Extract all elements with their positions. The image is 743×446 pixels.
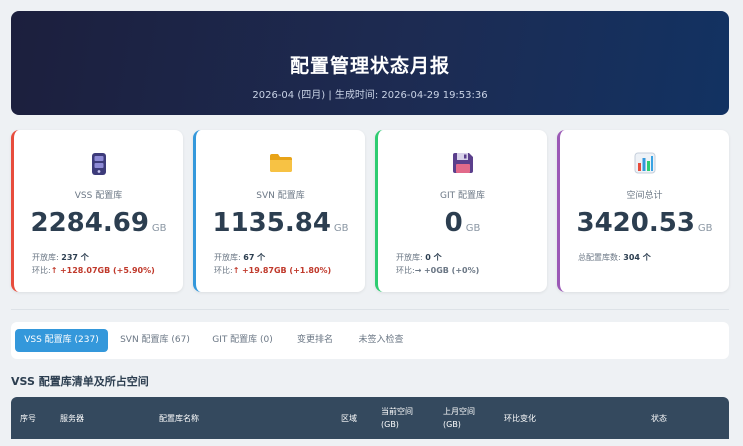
floppy-disk-icon (378, 152, 547, 176)
open-label: 开放库: (396, 253, 423, 262)
page-title: 配置管理状态月报 (289, 55, 450, 77)
value-unit: GB (333, 223, 349, 234)
card-value: 3420.53 GB (560, 208, 729, 238)
column-header-index[interactable]: 序号 (20, 397, 36, 439)
change-label: 环比: (32, 266, 51, 275)
card-value: 1135.84 GB (196, 208, 365, 238)
card-meta: 开放库: 237 个 环比:↑ +128.07GB (+5.90%) (32, 251, 175, 277)
change-line: 环比:→ +0GB (+0%) (396, 264, 539, 277)
up-arrow-icon: ↑ (232, 266, 240, 275)
card-meta: 总配置库数: 304 个 (578, 251, 721, 264)
open-value: 0 个 (425, 253, 442, 262)
change-value: +19.87GB (+1.80%) (241, 266, 332, 275)
column-header-current-space[interactable]: 当前空间 (GB) (381, 397, 413, 439)
card-label: GIT 配置库 (440, 191, 485, 201)
vss-summary-card: VSS 配置库 2284.69 GB 开放库: 237 个 环比:↑ +128.0… (11, 130, 183, 292)
open-value: 67 个 (243, 253, 266, 262)
change-line: 环比:↑ +19.87GB (+1.80%) (214, 264, 357, 277)
tab-vss[interactable]: VSS 配置库 (237) (15, 329, 108, 352)
server-icon (14, 152, 183, 176)
total-count-line: 总配置库数: 304 个 (578, 251, 721, 264)
open-count-line: 开放库: 237 个 (32, 251, 175, 264)
column-header-change[interactable]: 环比变化 (504, 397, 536, 439)
column-header-repo-name[interactable]: 配置库名称 (159, 397, 199, 439)
card-value: 0 GB (378, 208, 547, 238)
section-title: VSS 配置库清单及所占空间 (11, 375, 149, 388)
value-number: 2284.69 (30, 208, 149, 238)
up-arrow-icon: ↑ (50, 266, 58, 275)
tab-svn[interactable]: SVN 配置库 (67) (114, 329, 196, 352)
column-header-last-month-space[interactable]: 上月空间 (GB) (443, 397, 475, 439)
column-header-status[interactable]: 状态 (651, 397, 667, 439)
git-summary-card: GIT 配置库 0 GB 开放库: 0 个 环比:→ +0GB (+0%) (375, 130, 547, 292)
total-value: 304 个 (623, 253, 651, 262)
value-unit: GB (465, 223, 481, 234)
card-label: SVN 配置库 (256, 191, 305, 201)
tab-git[interactable]: GIT 配置库 (0) (204, 329, 281, 352)
bar-chart-icon (560, 152, 729, 176)
report-subtitle: 2026-04 (四月) | 生成时间: 2026-04-29 19:53:36 (252, 90, 488, 101)
change-label: 环比: (396, 266, 415, 275)
value-unit: GB (697, 223, 713, 234)
change-value: +128.07GB (+5.90%) (59, 266, 155, 275)
open-value: 237 个 (61, 253, 89, 262)
card-label: VSS 配置库 (74, 191, 123, 201)
tab-bar: VSS 配置库 (237) SVN 配置库 (67) GIT 配置库 (0) 变… (11, 322, 729, 359)
card-value: 2284.69 GB (14, 208, 183, 238)
column-header-server[interactable]: 服务器 (60, 397, 84, 439)
change-label: 环比: (214, 266, 233, 275)
card-meta: 开放库: 67 个 环比:↑ +19.87GB (+1.80%) (214, 251, 357, 277)
tab-change-ranking[interactable]: 变更排名 (288, 329, 342, 352)
svn-summary-card: SVN 配置库 1135.84 GB 开放库: 67 个 环比:↑ +19.87G… (193, 130, 365, 292)
change-line: 环比:↑ +128.07GB (+5.90%) (32, 264, 175, 277)
open-count-line: 开放库: 0 个 (396, 251, 539, 264)
report-header: 配置管理状态月报 2026-04 (四月) | 生成时间: 2026-04-29… (11, 11, 729, 115)
change-value: +0GB (+0%) (423, 266, 480, 275)
value-number: 0 (444, 208, 463, 238)
table-header: 序号 服务器 配置库名称 区域 当前空间 (GB) 上月空间 (GB) 环比变化… (11, 397, 729, 439)
column-header-region[interactable]: 区域 (341, 397, 357, 439)
total-label: 总配置库数: (578, 253, 621, 262)
tab-unchecked-in[interactable]: 未签入检查 (348, 329, 414, 352)
value-number: 1135.84 (212, 208, 331, 238)
total-summary-card: 空间总计 3420.53 GB 总配置库数: 304 个 (557, 130, 729, 292)
section-divider (11, 309, 729, 310)
open-label: 开放库: (32, 253, 59, 262)
card-label: 空间总计 (626, 191, 663, 201)
card-meta: 开放库: 0 个 环比:→ +0GB (+0%) (396, 251, 539, 277)
value-unit: GB (151, 223, 167, 234)
right-arrow-icon: → (414, 266, 422, 275)
open-label: 开放库: (214, 253, 241, 262)
folder-icon (196, 152, 365, 176)
open-count-line: 开放库: 67 个 (214, 251, 357, 264)
value-number: 3420.53 (576, 208, 695, 238)
